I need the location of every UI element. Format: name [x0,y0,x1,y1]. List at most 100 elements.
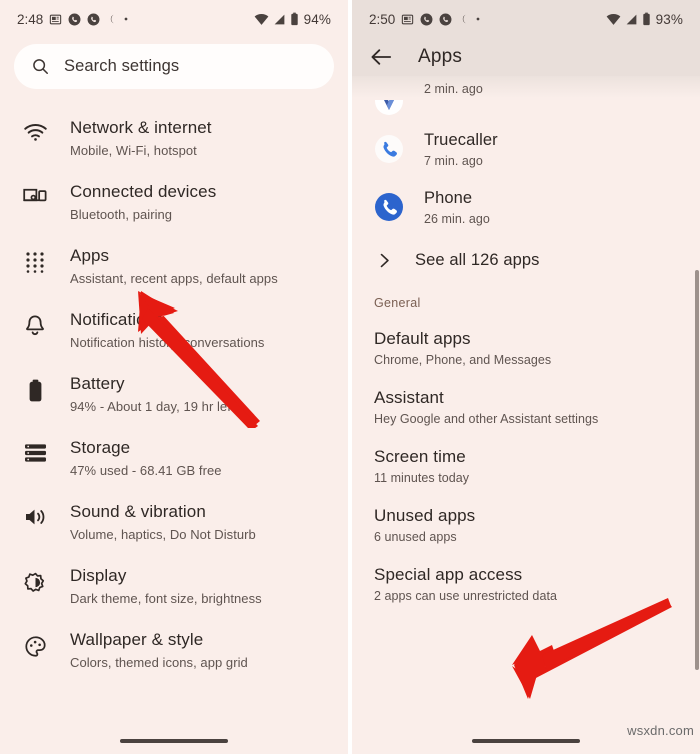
list-item-title: Default apps [374,329,471,348]
list-item-truecaller[interactable]: Truecaller 7 min. ago [352,123,700,181]
sidebar-item-connected-devices[interactable]: Connected devices Bluetooth, pairing [0,171,348,235]
sidebar-item-title: Connected devices [70,182,217,201]
list-item-subtitle: Hey Google and other Assistant settings [374,412,599,426]
wifi-icon [22,116,48,141]
gesture-pill[interactable] [472,739,580,743]
list-item[interactable]: 2 min. ago [352,82,700,123]
left-gesture-nav-bar[interactable] [0,728,348,754]
palette-icon [22,628,48,658]
list-item-unused-apps[interactable]: Unused apps 6 unused apps [352,495,700,554]
list-item-title: Phone [424,189,473,207]
list-item-subtitle: 2 min. ago [424,82,483,96]
battery-percent-label: 93% [655,11,683,27]
recent-apps-list: 2 min. ago Truecaller 7 min. ago Phone 2… [352,82,700,282]
news-icon [49,13,62,26]
battery-icon [290,12,299,26]
connected-devices-icon [22,180,48,207]
sidebar-item-subtitle: Volume, haptics, Do Not Disturb [70,527,256,542]
status-bar-clock: 2:50 [369,11,396,27]
search-settings-bar[interactable]: Search settings [14,44,334,89]
sidebar-item-subtitle: Notification history, conversations [70,335,265,350]
list-item-title: Truecaller [424,131,498,149]
apps-app-bar: Apps [352,38,700,76]
do-not-disturb-moon-icon [106,13,117,25]
sidebar-item-battery[interactable]: Battery 94% - About 1 day, 19 hr left [0,363,348,427]
bell-icon [22,308,48,337]
sidebar-item-subtitle: Mobile, Wi-Fi, hotspot [70,143,197,158]
partial-app-icon [374,82,404,116]
sidebar-item-subtitle: Bluetooth, pairing [70,207,173,222]
section-header-general: General [374,296,421,310]
watermark: wsxdn.com [627,723,694,738]
list-item-subtitle: 11 minutes today [374,471,470,485]
phone-app-icon [374,188,404,222]
dot-icon [475,16,481,22]
list-item-assistant[interactable]: Assistant Hey Google and other Assistant… [352,377,700,436]
display-brightness-icon [22,564,48,594]
call-icon [420,13,433,26]
call-icon [87,13,100,26]
battery-icon [642,12,651,26]
sidebar-item-subtitle: Dark theme, font size, brightness [70,591,262,606]
list-item-subtitle: 6 unused apps [374,530,457,544]
sidebar-item-title: Wallpaper & style [70,630,204,649]
right-status-bar: 2:50 93% [352,0,700,38]
cellular-signal-icon [625,13,638,26]
see-all-apps-label: See all 126 apps [415,251,540,269]
right-phone-screen: 2:50 93% Apps 2 min. ago Truecaller 7 mi… [352,0,700,754]
call-icon [68,13,81,26]
sound-icon [22,500,48,527]
list-item-phone[interactable]: Phone 26 min. ago [352,181,700,239]
status-bar-right-group: 93% [606,12,683,27]
left-phone-screen: 2:48 94% Search settings Network & inter… [0,0,348,754]
sidebar-item-title: Network & internet [70,118,212,137]
two-phone-screenshot-composite: 2:48 94% Search settings Network & inter… [0,0,700,754]
status-bar-left-group: 2:48 [17,12,129,27]
see-all-apps-button[interactable]: See all 126 apps [352,239,700,282]
sidebar-item-title: Sound & vibration [70,502,206,521]
general-settings-list: Default apps Chrome, Phone, and Messages… [352,318,700,613]
search-icon [31,57,50,76]
news-icon [401,13,414,26]
battery-icon [22,372,48,402]
scrollbar-thumb[interactable] [695,270,699,670]
apps-grid-icon [22,244,48,273]
do-not-disturb-moon-icon [458,13,469,25]
storage-icon [22,436,48,463]
list-item-title: Special app access [374,565,523,584]
gesture-pill[interactable] [120,739,228,743]
sidebar-item-sound-vibration[interactable]: Sound & vibration Volume, haptics, Do No… [0,491,348,555]
list-item-screen-time[interactable]: Screen time 11 minutes today [352,436,700,495]
search-input[interactable]: Search settings [64,57,179,76]
list-item-subtitle: 26 min. ago [424,212,490,226]
dot-icon [123,16,129,22]
sidebar-item-notifications[interactable]: Notifications Notification history, conv… [0,299,348,363]
list-item-title: Screen time [374,447,466,466]
sidebar-item-network-internet[interactable]: Network & internet Mobile, Wi-Fi, hotspo… [0,107,348,171]
list-item-subtitle: 7 min. ago [424,154,483,168]
wifi-icon [606,13,621,26]
sidebar-item-storage[interactable]: Storage 47% used - 68.41 GB free [0,427,348,491]
sidebar-item-apps[interactable]: Apps Assistant, recent apps, default app… [0,235,348,299]
settings-list: Network & internet Mobile, Wi-Fi, hotspo… [0,89,348,683]
sidebar-item-subtitle: Assistant, recent apps, default apps [70,271,278,286]
sidebar-item-title: Apps [70,246,110,265]
back-arrow-icon[interactable] [370,47,392,67]
list-item-subtitle: Chrome, Phone, and Messages [374,353,552,367]
page-title: Apps [418,46,463,67]
wifi-icon [254,13,269,26]
sidebar-item-title: Notifications [70,310,164,329]
sidebar-item-subtitle: Colors, themed icons, app grid [70,655,248,670]
chevron-right-icon [376,252,393,269]
sidebar-item-display[interactable]: Display Dark theme, font size, brightnes… [0,555,348,619]
status-bar-right-group: 94% [254,12,331,27]
list-item-special-app-access[interactable]: Special app access 2 apps can use unrest… [352,554,700,613]
sidebar-item-title: Battery [70,374,125,393]
list-item-title: Assistant [374,388,444,407]
status-bar-left-group: 2:50 [369,12,481,27]
list-item-default-apps[interactable]: Default apps Chrome, Phone, and Messages [352,318,700,377]
list-item-subtitle: 2 apps can use unrestricted data [374,589,557,603]
list-item-title: Unused apps [374,506,476,525]
scrollbar-track[interactable] [695,80,700,680]
sidebar-item-wallpaper-style[interactable]: Wallpaper & style Colors, themed icons, … [0,619,348,683]
